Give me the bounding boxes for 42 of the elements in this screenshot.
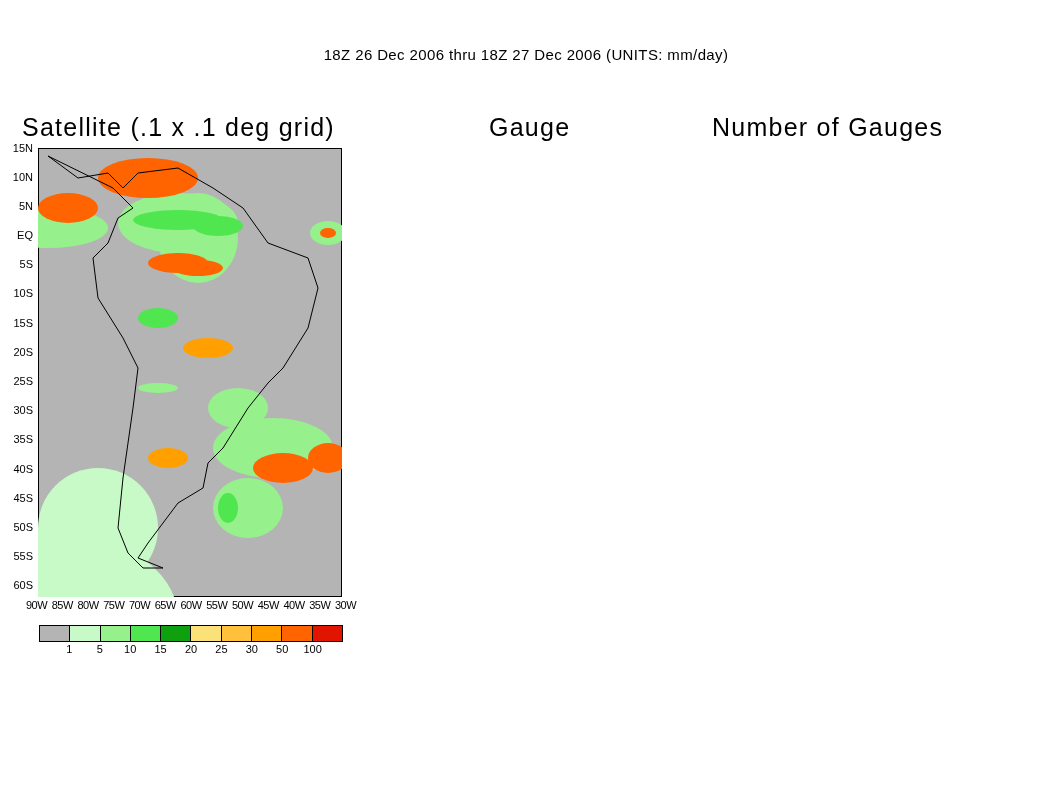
longitude-label: 30W — [335, 598, 356, 611]
latitude-label: 25S — [13, 376, 33, 386]
latitude-label: 60S — [13, 580, 33, 591]
latitude-label: 20S — [13, 346, 33, 357]
latitude-label: 15N — [12, 142, 33, 153]
longitude-label: 75W — [103, 598, 125, 611]
latitude-label: EQ — [17, 230, 33, 241]
longitude-label: 90W — [26, 598, 47, 611]
longitude-label: 55W — [206, 598, 228, 611]
latitude-label: 40S — [13, 463, 33, 474]
longitude-label: 45W — [257, 598, 279, 611]
panel-title: Number of Gauges — [711, 114, 945, 140]
longitude-label: 40W — [283, 598, 305, 611]
legend-label: 5 — [96, 641, 103, 656]
latitude-label: 15S — [13, 317, 33, 328]
legend-label: 10 — [124, 641, 137, 656]
panel-title: Satellite (.1 x .1 deg grid) — [21, 114, 336, 140]
legend-label: 20 — [184, 641, 198, 656]
latitude-label: 30S — [13, 405, 33, 416]
latitude-label: 10S — [13, 288, 33, 299]
longitude-label: 65W — [154, 598, 176, 611]
longitude-label: 60W — [180, 598, 202, 611]
legend-label: 50 — [276, 641, 289, 656]
plot-title: 18Z 26 Dec 2006 thru 18Z 27 Dec 2006 (UNITS: mm/day) — [322, 45, 729, 65]
longitude-label: 85W — [51, 598, 73, 611]
legend-label: 30 — [245, 641, 258, 656]
legend-label: 25 — [215, 641, 228, 656]
panel-title: Gauge — [488, 114, 572, 140]
latitude-label: 50S — [13, 521, 33, 532]
latitude-label: 10N — [12, 171, 33, 182]
latitude-label: 5N — [18, 200, 33, 211]
latitude-label: 55S — [13, 551, 33, 562]
latitude-label: 45S — [13, 492, 33, 503]
longitude-label: 70W — [129, 598, 150, 611]
latitude-label: 35S — [13, 434, 33, 445]
longitude-label: 50W — [232, 598, 253, 611]
legend-label: 1 — [66, 641, 73, 656]
longitude-label: 35W — [309, 598, 331, 611]
legend-label: 100 — [303, 641, 322, 656]
legend-label: 15 — [154, 641, 167, 656]
latitude-label: 5S — [19, 259, 33, 270]
longitude-label: 80W — [77, 598, 99, 611]
